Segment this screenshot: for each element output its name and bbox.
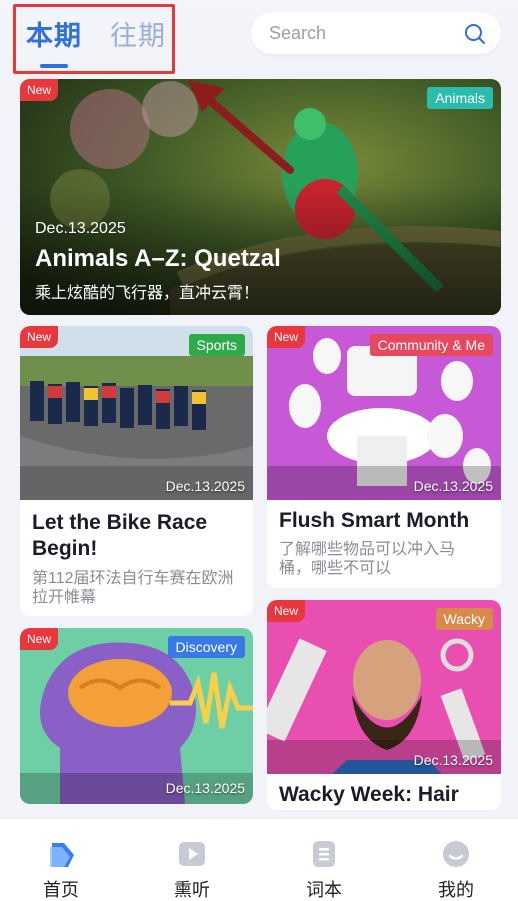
category-badge-wacky: Wacky	[435, 608, 493, 630]
nav-item-listen[interactable]: 熏听	[127, 819, 257, 901]
nav-item-home[interactable]: 首页	[0, 819, 126, 901]
nav-label-vocab: 词本	[306, 880, 342, 900]
new-badge: New	[267, 600, 306, 622]
nav-label-listen: 熏听	[174, 880, 210, 900]
card-title: Let the Bike Race Begin!	[32, 511, 208, 560]
article-card-bike-race[interactable]: New Sports Dec.13.2025 Let the Bike Race…	[20, 326, 253, 616]
tab-past-issues[interactable]: 往期	[110, 14, 166, 53]
search-bar[interactable]	[251, 12, 501, 54]
nav-item-profile[interactable]: 我的	[391, 819, 518, 901]
category-badge-sports: Sports	[188, 334, 245, 356]
card-date: Dec.13.2025	[413, 752, 493, 768]
card-subtitle: 了解哪些物品可以冲入马桶，哪些不可以	[279, 541, 456, 577]
hero-date: Dec.13.2025	[35, 220, 126, 237]
home-icon	[50, 843, 74, 867]
card-subtitle: 第112届环法自行车赛在欧洲拉开帷幕	[32, 570, 234, 606]
new-badge: New	[20, 326, 59, 348]
notebook-icon	[313, 841, 335, 867]
tab-active-indicator	[40, 64, 68, 68]
card-title: Wacky Week: Hair	[279, 783, 459, 806]
card-date: Dec.13.2025	[413, 478, 493, 494]
card-title: Flush Smart Month	[279, 509, 470, 532]
nav-item-vocab[interactable]: 词本	[259, 819, 389, 901]
hero-subtitle: 乘上炫酷的飞行器，直冲云霄！	[35, 285, 260, 302]
play-icon	[179, 842, 205, 866]
card-date: Dec.13.2025	[165, 780, 245, 796]
hero-article-card[interactable]: New Animals Dec.13.2025 Animals A–Z: Que…	[20, 79, 501, 315]
search-input[interactable]	[269, 20, 459, 46]
article-card-discovery[interactable]: New Discovery Dec.13.2025	[20, 628, 253, 804]
new-badge: New	[267, 326, 306, 348]
category-badge-animals: Animals	[427, 87, 493, 109]
profile-icon	[443, 841, 469, 867]
category-badge-community: Community & Me	[369, 334, 493, 356]
card-date: Dec.13.2025	[165, 478, 245, 494]
search-icon[interactable]	[463, 22, 487, 46]
category-badge-discovery: Discovery	[167, 636, 245, 658]
article-card-wacky[interactable]: New Wacky Dec.13.2025 Wacky Week: Hair	[267, 600, 501, 810]
new-badge: New	[20, 628, 59, 650]
bottom-navigation: 首页 熏听 词本 我的	[0, 818, 518, 901]
top-bar: 本期 往期	[0, 0, 518, 74]
tab-current-issue[interactable]: 本期	[26, 14, 82, 53]
new-badge: New	[20, 79, 59, 101]
tab-group-highlight: 本期 往期	[13, 4, 175, 74]
article-card-flush-smart[interactable]: New Community & Me Dec.13.2025 Flush Sma…	[267, 326, 501, 588]
nav-label-home: 首页	[43, 880, 79, 900]
nav-label-profile: 我的	[438, 880, 474, 900]
hero-title: Animals A–Z: Quetzal	[35, 245, 281, 272]
